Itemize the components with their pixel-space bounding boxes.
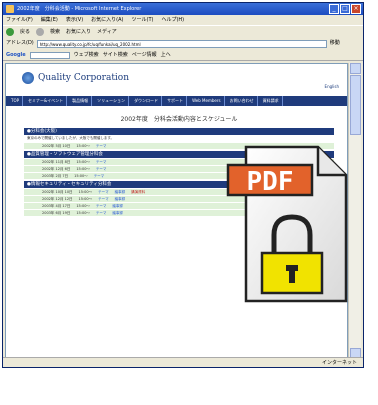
menu-favorites[interactable]: お気に入り(A) — [91, 15, 123, 25]
row-theme-link[interactable]: テーマ — [96, 166, 107, 172]
nav-contact[interactable]: お問い合わせ — [227, 96, 258, 106]
row-minutes-link[interactable]: 議事録 — [112, 210, 123, 216]
toolbar: 戻る 検索 お気に入り メディア — [3, 25, 363, 37]
back-label[interactable]: 戻る — [20, 26, 30, 38]
locked-pdf-icon: PDF — [226, 145, 348, 303]
section-heading: ●分科会(大阪) — [24, 128, 334, 135]
nav-members[interactable]: Web Members — [189, 96, 225, 106]
forward-icon[interactable] — [36, 27, 45, 36]
google-toolbar: Google ウェブ検索 サイト検索 ページ情報 上へ — [3, 50, 363, 61]
google-logo: Google — [6, 51, 26, 58]
status-bar: インターネット — [3, 357, 363, 367]
menu-edit[interactable]: 編集(E) — [41, 15, 58, 25]
menu-view[interactable]: 表示(V) — [66, 15, 83, 25]
row-theme-link[interactable]: テーマ — [98, 196, 109, 202]
row-theme-link[interactable]: テーマ — [96, 159, 107, 165]
row-theme-link[interactable]: テーマ — [96, 143, 107, 149]
row-theme-link[interactable]: テーマ — [98, 189, 109, 195]
row-date: 2003年 2月 7日 — [42, 174, 69, 178]
row-time: 15:00～ — [76, 167, 90, 171]
ie-icon — [6, 5, 14, 13]
menu-file[interactable]: ファイル(F) — [6, 15, 33, 25]
row-theme-link[interactable]: テーマ — [96, 210, 107, 216]
close-button[interactable]: × — [351, 4, 361, 14]
row-time: 15:00～ — [76, 211, 90, 215]
address-input[interactable]: http://www.quality.co.jp/fc/uq/funkai/uq… — [36, 39, 327, 48]
row-date: 2002年 10月 10日 — [42, 190, 73, 194]
nav-support[interactable]: サポート — [164, 96, 188, 106]
nav-solutions[interactable]: ソリューション — [94, 96, 130, 106]
nav-request[interactable]: 資料請求 — [260, 96, 283, 106]
globe-icon — [22, 72, 34, 84]
row-date: 2002年 5月 10日 — [42, 144, 71, 148]
nav-top[interactable]: TOP — [8, 96, 24, 106]
keyhole-stem — [289, 269, 295, 283]
status-zone: インターネット — [321, 360, 357, 366]
google-up[interactable]: 上へ — [161, 50, 171, 61]
maximize-button[interactable]: □ — [340, 4, 350, 14]
row-date: 2003年 6月 19日 — [42, 211, 71, 215]
page-title: 2002年度 分科会活動内容とスケジュール — [120, 116, 238, 123]
row-date: 2003年 4月 17日 — [42, 204, 71, 208]
google-page-info[interactable]: ページ情報 — [132, 50, 157, 61]
menu-bar: ファイル(F) 編集(E) 表示(V) お気に入り(A) ツール(T) ヘルプ(… — [3, 15, 363, 25]
row-minutes-link[interactable]: 議事録 — [115, 189, 126, 195]
scroll-thumb[interactable] — [350, 75, 361, 135]
address-label: アドレス(D) — [6, 40, 34, 46]
favorites-button[interactable]: お気に入り — [66, 26, 91, 38]
section-text: 東京のみで開催していましたが、大阪でも開催します。 — [27, 136, 114, 140]
site-logo[interactable]: Quality Corporation — [22, 72, 129, 84]
minimize-button[interactable]: _ — [329, 4, 339, 14]
google-site-search[interactable]: サイト検索 — [103, 50, 128, 61]
address-bar: アドレス(D) http://www.quality.co.jp/fc/uq/f… — [3, 38, 363, 49]
search-button[interactable]: 検索 — [50, 26, 60, 38]
row-date: 2002年 11月 8日 — [42, 160, 71, 164]
nav-products[interactable]: 製品情報 — [69, 96, 93, 106]
row-minutes-link[interactable]: 議事録 — [112, 203, 123, 209]
google-web-search[interactable]: ウェブ検索 — [74, 50, 99, 61]
row-time: 15:00～ — [78, 197, 93, 201]
logo-text: Quality Corporation — [38, 73, 130, 83]
english-link[interactable]: English — [325, 84, 339, 89]
row-theme-link[interactable]: テーマ — [94, 173, 105, 179]
row-date: 2002年 12月 6日 — [42, 167, 71, 171]
row-time: 15:00～ — [78, 190, 93, 194]
google-search-input[interactable] — [29, 51, 70, 59]
row-note: 講演資料 — [131, 190, 146, 194]
vertical-scrollbar[interactable] — [348, 63, 361, 359]
window-title: 2002年度 分科会活動 - Microsoft Internet Explor… — [17, 6, 142, 12]
menu-tools[interactable]: ツール(T) — [132, 15, 154, 25]
row-time: 15:00～ — [76, 144, 90, 148]
row-minutes-link[interactable]: 議事録 — [115, 196, 126, 202]
back-icon[interactable] — [6, 27, 14, 36]
pdf-label-text: PDF — [247, 167, 294, 197]
go-button[interactable]: 移動 — [330, 38, 340, 49]
menu-help[interactable]: ヘルプ(H) — [161, 15, 184, 25]
row-date: 2002年 12月 12日 — [42, 197, 73, 201]
row-time: 15:00～ — [76, 204, 90, 208]
nav-seminar[interactable]: セミナー&イベント — [25, 96, 68, 106]
media-button[interactable]: メディア — [97, 26, 117, 38]
scroll-up-button[interactable] — [350, 63, 361, 74]
row-theme-link[interactable]: テーマ — [96, 203, 107, 209]
title-bar: 2002年度 分科会活動 - Microsoft Internet Explor… — [3, 3, 363, 15]
row-time: 15:00～ — [74, 174, 88, 178]
nav-download[interactable]: ダウンロード — [131, 96, 163, 106]
site-nav: TOP セミナー&イベント 製品情報 ソリューション ダウンロード サポート W… — [6, 96, 347, 106]
row-time: 15:00～ — [76, 160, 90, 164]
